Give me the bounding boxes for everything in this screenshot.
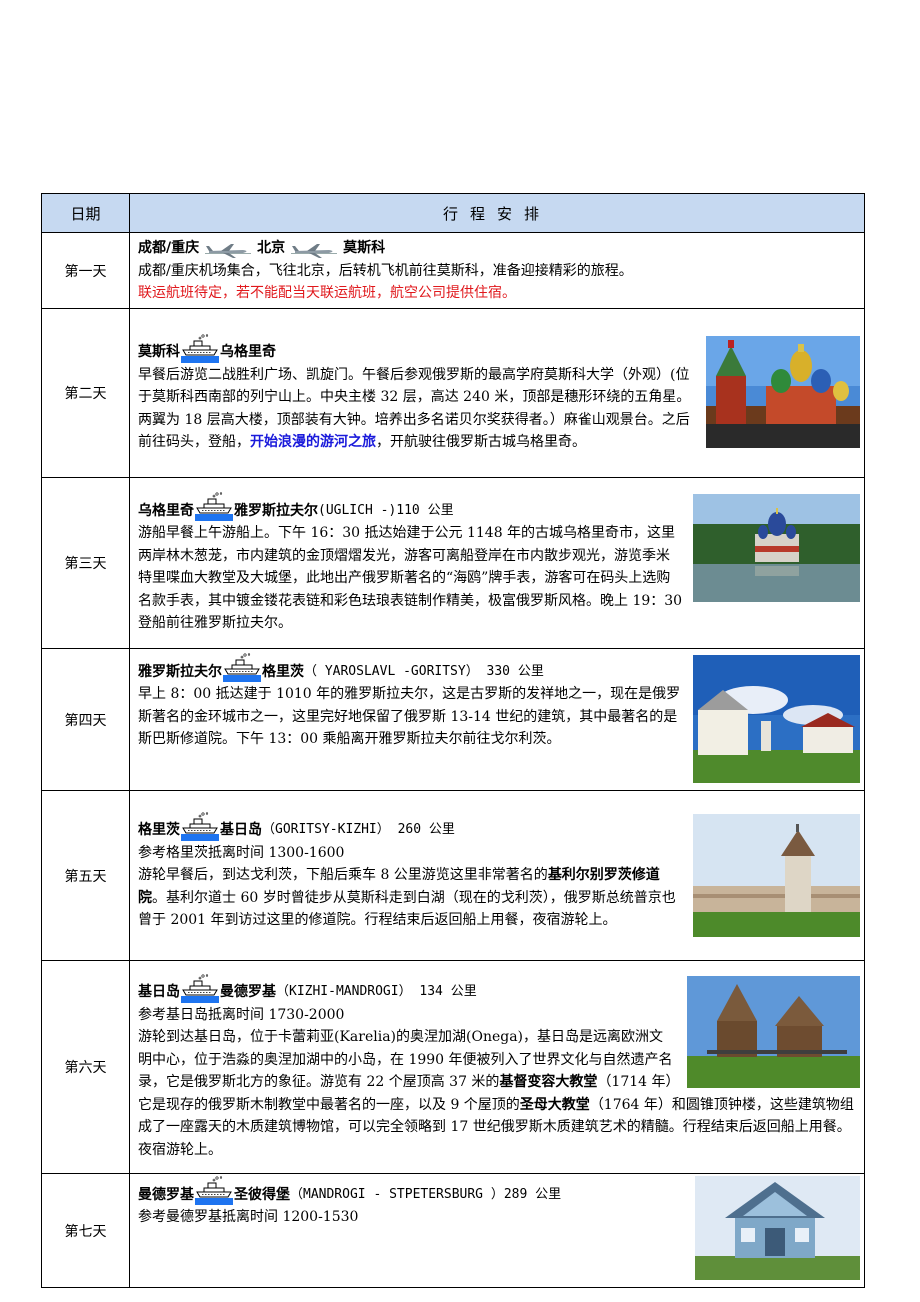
route-distance: （ YAROSLAVL -GORITSY） 330 公里 bbox=[304, 663, 544, 679]
itinerary-table: 日期 行程安排 第一天 成都/重庆 北京 莫斯科 成都/重庆机场集合，飞往北京，… bbox=[41, 193, 865, 1288]
day-label: 第一天 bbox=[41, 232, 130, 309]
day-content: 莫斯科 乌格里奇 早餐后游览二战胜利广场、凯旋门。午餐后参观俄罗斯的最高学府莫斯… bbox=[129, 308, 865, 478]
route-line: 基日岛 曼德罗基 （KIZHI-MANDROGI） 134 公里 bbox=[138, 974, 677, 1004]
table-row: 第七天 曼德罗基 圣彼得堡 （MANDROGI - STPETERSBURG ）… bbox=[41, 1173, 865, 1288]
ship-icon bbox=[223, 653, 261, 683]
ship-icon bbox=[195, 492, 233, 522]
day-content: 成都/重庆 北京 莫斯科 成都/重庆机场集合，飞往北京，后转机飞机前往莫斯科，准… bbox=[129, 232, 865, 309]
day-description-end: 。基利尔道士 60 岁时曾徒步从莫斯科走到白湖（现在的戈利茨），俄罗斯总统普京也… bbox=[138, 889, 676, 929]
route-distance: （GORITSY-KIZHI） 260 公里 bbox=[262, 822, 455, 837]
route-line: 莫斯科 乌格里奇 bbox=[138, 334, 696, 364]
header-date: 日期 bbox=[41, 193, 130, 233]
day-label: 第七天 bbox=[41, 1173, 130, 1288]
route-destination: 圣彼得堡 bbox=[234, 1186, 290, 1203]
route-destination: 乌格里奇 bbox=[220, 344, 276, 360]
route-line: 成都/重庆 北京 莫斯科 bbox=[138, 237, 858, 260]
kizhi-church-photo bbox=[687, 975, 860, 1088]
route-origin: 莫斯科 bbox=[138, 344, 180, 360]
table-row: 第二天 莫斯科 乌格里奇 早餐后游览二战胜利广场、凯旋门。午餐后参观俄罗斯的最高… bbox=[41, 308, 865, 478]
highlight-text: 开始浪漫的游河之旅 bbox=[250, 434, 376, 450]
yaroslavl-monastery-photo bbox=[693, 655, 860, 783]
day-description-end: ，开航驶往俄罗斯古城乌格里奇。 bbox=[376, 434, 586, 450]
ship-icon bbox=[181, 974, 219, 1004]
kirillo-belozersky-photo bbox=[693, 813, 860, 937]
landmark-name: 基督变容大教堂 bbox=[499, 1074, 598, 1091]
route-stop: 北京 bbox=[257, 240, 286, 257]
route-destination: 曼德罗基 bbox=[220, 984, 276, 1001]
route-origin: 成都/重庆 bbox=[138, 240, 200, 257]
route-destination: 莫斯科 bbox=[343, 240, 386, 257]
table-row: 第五天 格里茨 基日岛 （GORITSY-KIZHI） 260 公里 参考格里茨… bbox=[41, 790, 865, 961]
day-label: 第四天 bbox=[41, 648, 130, 791]
day-label: 第五天 bbox=[41, 790, 130, 961]
day-label: 第六天 bbox=[41, 960, 130, 1174]
wooden-house-photo bbox=[695, 1176, 860, 1280]
table-row: 第一天 成都/重庆 北京 莫斯科 成都/重庆机场集合，飞往北京，后转机飞机前往莫… bbox=[41, 232, 865, 309]
header-plan: 行程安排 bbox=[129, 193, 865, 233]
route-destination: 雅罗斯拉夫尔 bbox=[234, 502, 318, 519]
route-destination: 基日岛 bbox=[220, 822, 262, 838]
day-content: 基日岛 曼德罗基 （KIZHI-MANDROGI） 134 公里 参考基日岛抵离… bbox=[129, 960, 865, 1174]
ship-icon bbox=[181, 334, 219, 364]
day-description: 成都/重庆机场集合，飞往北京，后转机飞机前往莫斯科，准备迎接精彩的旅程。 bbox=[138, 262, 633, 279]
route-line: 格里茨 基日岛 （GORITSY-KIZHI） 260 公里 bbox=[138, 812, 683, 842]
airplane-icon bbox=[291, 242, 337, 260]
route-origin: 基日岛 bbox=[138, 984, 180, 1001]
day-label: 第三天 bbox=[41, 477, 130, 649]
table-row: 第六天 基日岛 曼德罗基 （KIZHI-MANDROGI） 134 公里 参考基… bbox=[41, 960, 865, 1174]
table-header: 日期 行程安排 bbox=[41, 193, 865, 233]
route-line: 雅罗斯拉夫尔 格里茨 （ YAROSLAVL -GORITSY） 330 公里 bbox=[138, 653, 683, 683]
ship-icon bbox=[181, 812, 219, 842]
route-origin: 雅罗斯拉夫尔 bbox=[138, 663, 222, 680]
route-origin: 格里茨 bbox=[138, 822, 180, 838]
landmark-name: 圣母大教堂 bbox=[519, 1096, 590, 1113]
ship-icon bbox=[195, 1176, 233, 1206]
table-row: 第四天 雅罗斯拉夫尔 格里茨 （ YAROSLAVL -GORITSY） 330… bbox=[41, 648, 865, 791]
route-distance: （KIZHI-MANDROGI） 134 公里 bbox=[276, 984, 477, 1000]
day-description: 游轮早餐后，到达戈利茨，下船后乘车 8 公里游览这里非常著名的 bbox=[138, 867, 548, 883]
flight-note: 联运航班待定，若不能配当天联运航班，航空公司提供住宿。 bbox=[138, 285, 516, 302]
day-content: 乌格里奇 雅罗斯拉夫尔 (UGLICH -)110 公里 游船早餐上午游船上。下… bbox=[129, 477, 865, 649]
uglich-church-photo bbox=[693, 494, 860, 603]
route-distance: （MANDROGI - STPETERSBURG ）289 公里 bbox=[290, 1186, 562, 1202]
day-content: 格里茨 基日岛 （GORITSY-KIZHI） 260 公里 参考格里茨抵离时间… bbox=[129, 790, 865, 961]
route-line: 乌格里奇 雅罗斯拉夫尔 (UGLICH -)110 公里 bbox=[138, 492, 683, 522]
table-row: 第三天 乌格里奇 雅罗斯拉夫尔 (UGLICH -)110 公里 游船早餐上午游… bbox=[41, 477, 865, 649]
route-origin: 乌格里奇 bbox=[138, 502, 194, 519]
kremlin-photo bbox=[706, 335, 860, 448]
route-distance: (UGLICH -)110 公里 bbox=[318, 502, 454, 518]
day-content: 雅罗斯拉夫尔 格里茨 （ YAROSLAVL -GORITSY） 330 公里 … bbox=[129, 648, 865, 791]
route-destination: 格里茨 bbox=[262, 663, 304, 680]
airplane-icon bbox=[205, 242, 251, 260]
route-origin: 曼德罗基 bbox=[138, 1186, 194, 1203]
day-content: 曼德罗基 圣彼得堡 （MANDROGI - STPETERSBURG ）289 … bbox=[129, 1173, 865, 1288]
day-label: 第二天 bbox=[41, 308, 130, 478]
route-line: 曼德罗基 圣彼得堡 （MANDROGI - STPETERSBURG ）289 … bbox=[138, 1176, 685, 1206]
